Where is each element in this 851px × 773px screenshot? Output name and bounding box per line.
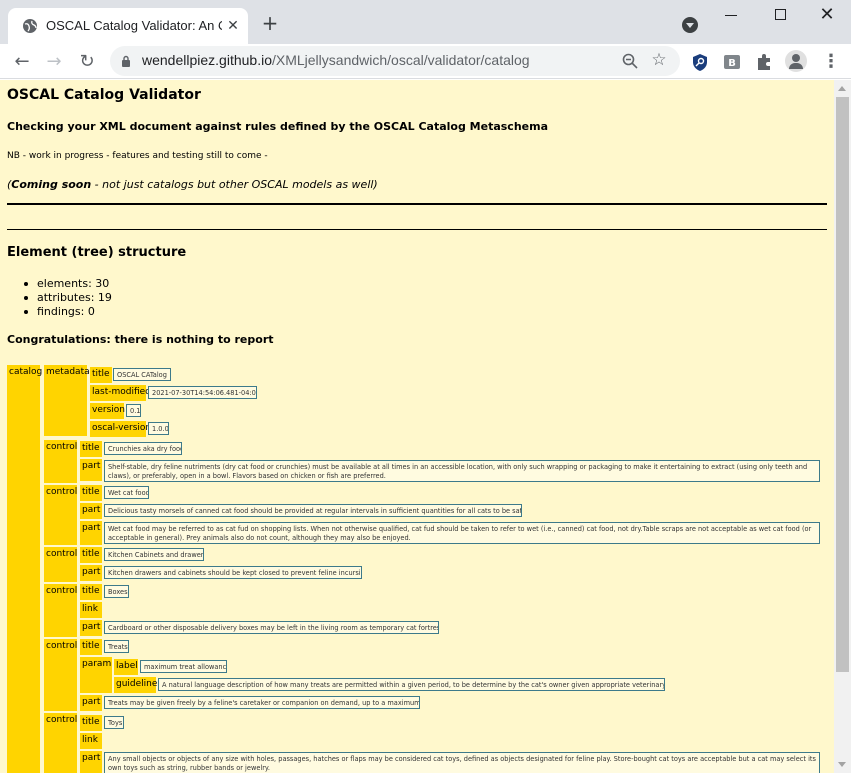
link-tag: link xyxy=(80,602,102,618)
part-value: Delicious tasty morsels of canned cat fo… xyxy=(104,504,522,517)
browser-tab[interactable]: OSCAL Catalog Validator: An OSCAL ✕ xyxy=(8,8,248,44)
part-tag: part xyxy=(80,521,102,545)
part-value: Shelf-stable, dry feline nutriments (dry… xyxy=(104,460,820,482)
control-tag: control xyxy=(44,584,77,637)
control-title-value: Boxes xyxy=(104,585,129,598)
part-tag: part xyxy=(80,565,102,581)
part-tag: part xyxy=(80,503,102,519)
scroll-down-arrow-icon[interactable] xyxy=(838,762,846,767)
control-title-value: Toys xyxy=(104,716,124,729)
page-subtitle: Checking your XML document against rules… xyxy=(7,120,549,133)
reload-button[interactable]: ↻ xyxy=(75,50,99,74)
title-tag: title xyxy=(80,485,102,501)
browser-toolbar: ← → ↻ wendellpiez.github.io/XMLjellysand… xyxy=(0,44,851,79)
page-viewport: OSCAL Catalog Validator Checking your XM… xyxy=(0,80,834,773)
version-value: 0.1 xyxy=(126,404,141,417)
last-modified-value: 2021-07-30T14:54:06.481-04:00 xyxy=(148,386,257,399)
stat-attributes: attributes: 19 xyxy=(24,291,112,304)
browser-menu-icon[interactable]: ⋮ xyxy=(822,52,840,72)
coming-soon-rest: - not just catalogs but other OSCAL mode… xyxy=(91,178,378,191)
control-tag: control xyxy=(44,440,77,483)
metadata-title-value: OSCAL CATalog xyxy=(113,368,171,381)
param-tag: param xyxy=(80,657,112,693)
control-tag: control xyxy=(44,485,77,545)
page-title: OSCAL Catalog Validator xyxy=(7,87,201,103)
control-title-value: Kitchen Cabinets and drawers xyxy=(104,548,204,561)
divider xyxy=(7,229,827,230)
part-value: Wet cat food may be referred to as cat f… xyxy=(104,522,820,544)
catalog-tag: catalog xyxy=(7,365,42,773)
part-tag: part xyxy=(80,620,102,636)
address-bar[interactable]: wendellpiez.github.io/XMLjellysandwich/o… xyxy=(110,46,680,76)
tab-title: OSCAL Catalog Validator: An OSCAL xyxy=(46,18,222,33)
nb-note: NB - work in progress - features and tes… xyxy=(7,151,268,161)
svg-text:B: B xyxy=(728,58,736,69)
coming-soon-bold: Coming soon xyxy=(11,178,92,191)
part-value: Any small objects or objects of any size… xyxy=(104,752,820,773)
password-key-icon[interactable] xyxy=(690,52,710,72)
part-value: Kitchen drawers and cabinets should be k… xyxy=(104,566,362,579)
zoom-out-icon[interactable] xyxy=(622,53,638,69)
guideline-tag: guideline xyxy=(114,677,157,693)
param-label-value: maximum treat allowance xyxy=(140,660,227,673)
forward-button[interactable]: → xyxy=(42,50,66,74)
stat-findings: findings: 0 xyxy=(24,305,112,319)
minimize-icon[interactable] xyxy=(725,15,737,16)
b-extension-icon[interactable]: B xyxy=(722,52,742,72)
extensions-puzzle-icon[interactable] xyxy=(754,52,774,72)
tab-strip: OSCAL Catalog Validator: An OSCAL ✕ + ✕ xyxy=(0,0,851,44)
title-tag: title xyxy=(80,639,102,655)
coming-soon-note: (Coming soon - not just catalogs but oth… xyxy=(7,178,378,191)
stats-list: elements: 30 attributes: 19 findings: 0 xyxy=(24,277,112,319)
congrats-message: Congratulations: there is nothing to rep… xyxy=(7,333,274,346)
scrollbar-thumb[interactable] xyxy=(836,97,849,672)
close-window-icon[interactable]: ✕ xyxy=(818,4,836,26)
scroll-up-arrow-icon[interactable] xyxy=(838,86,846,91)
part-value: Cardboard or other disposable delivery b… xyxy=(104,621,439,634)
bookmark-star-icon[interactable]: ☆ xyxy=(650,51,668,69)
title-tag: title xyxy=(80,584,102,600)
part-value: Treats may be given freely by a feline's… xyxy=(104,696,420,709)
label-tag: label xyxy=(114,659,138,675)
part-tag: part xyxy=(80,459,102,481)
link-tag: link xyxy=(80,733,102,749)
part-tag: part xyxy=(80,751,102,773)
maximize-icon[interactable] xyxy=(775,9,786,20)
title-tag: title xyxy=(80,715,102,731)
version-tag: version xyxy=(90,403,125,419)
control-title-value: Crunchies aka dry food xyxy=(104,442,182,455)
close-tab-icon[interactable]: ✕ xyxy=(224,17,242,35)
back-button[interactable]: ← xyxy=(10,50,34,74)
control-title-value: Wet cat food xyxy=(104,486,149,499)
control-tag: control xyxy=(44,547,77,582)
metadata-tag: metadata xyxy=(44,365,90,436)
url-host: wendellpiez.github.io xyxy=(142,52,272,68)
tab-search-icon[interactable] xyxy=(682,17,698,33)
structure-heading: Element (tree) structure xyxy=(7,245,187,260)
lock-icon[interactable] xyxy=(121,55,131,67)
title-tag: title xyxy=(80,547,102,563)
page-scrollbar[interactable] xyxy=(834,80,851,773)
title-tag: title xyxy=(80,441,102,457)
control-tag: control xyxy=(44,713,77,773)
control-tag: control xyxy=(44,639,77,711)
oscal-version-value: 1.0.0 xyxy=(148,422,169,435)
profile-avatar-icon[interactable] xyxy=(785,50,807,72)
last-modified-tag: last-modified xyxy=(90,385,151,401)
url-text[interactable]: wendellpiez.github.io/XMLjellysandwich/o… xyxy=(142,52,530,68)
divider xyxy=(7,203,827,205)
new-tab-button[interactable]: + xyxy=(260,13,280,33)
control-title-value: Treats xyxy=(104,640,129,653)
guideline-value: A natural language description of how ma… xyxy=(158,678,665,691)
url-path: /XMLjellysandwich/oscal/validator/catalo… xyxy=(271,52,530,68)
stat-elements: elements: 30 xyxy=(24,277,112,291)
oscal-version-tag: oscal-version xyxy=(90,421,151,437)
globe-icon xyxy=(23,19,37,33)
title-tag: title xyxy=(90,367,112,383)
part-tag: part xyxy=(80,695,102,711)
